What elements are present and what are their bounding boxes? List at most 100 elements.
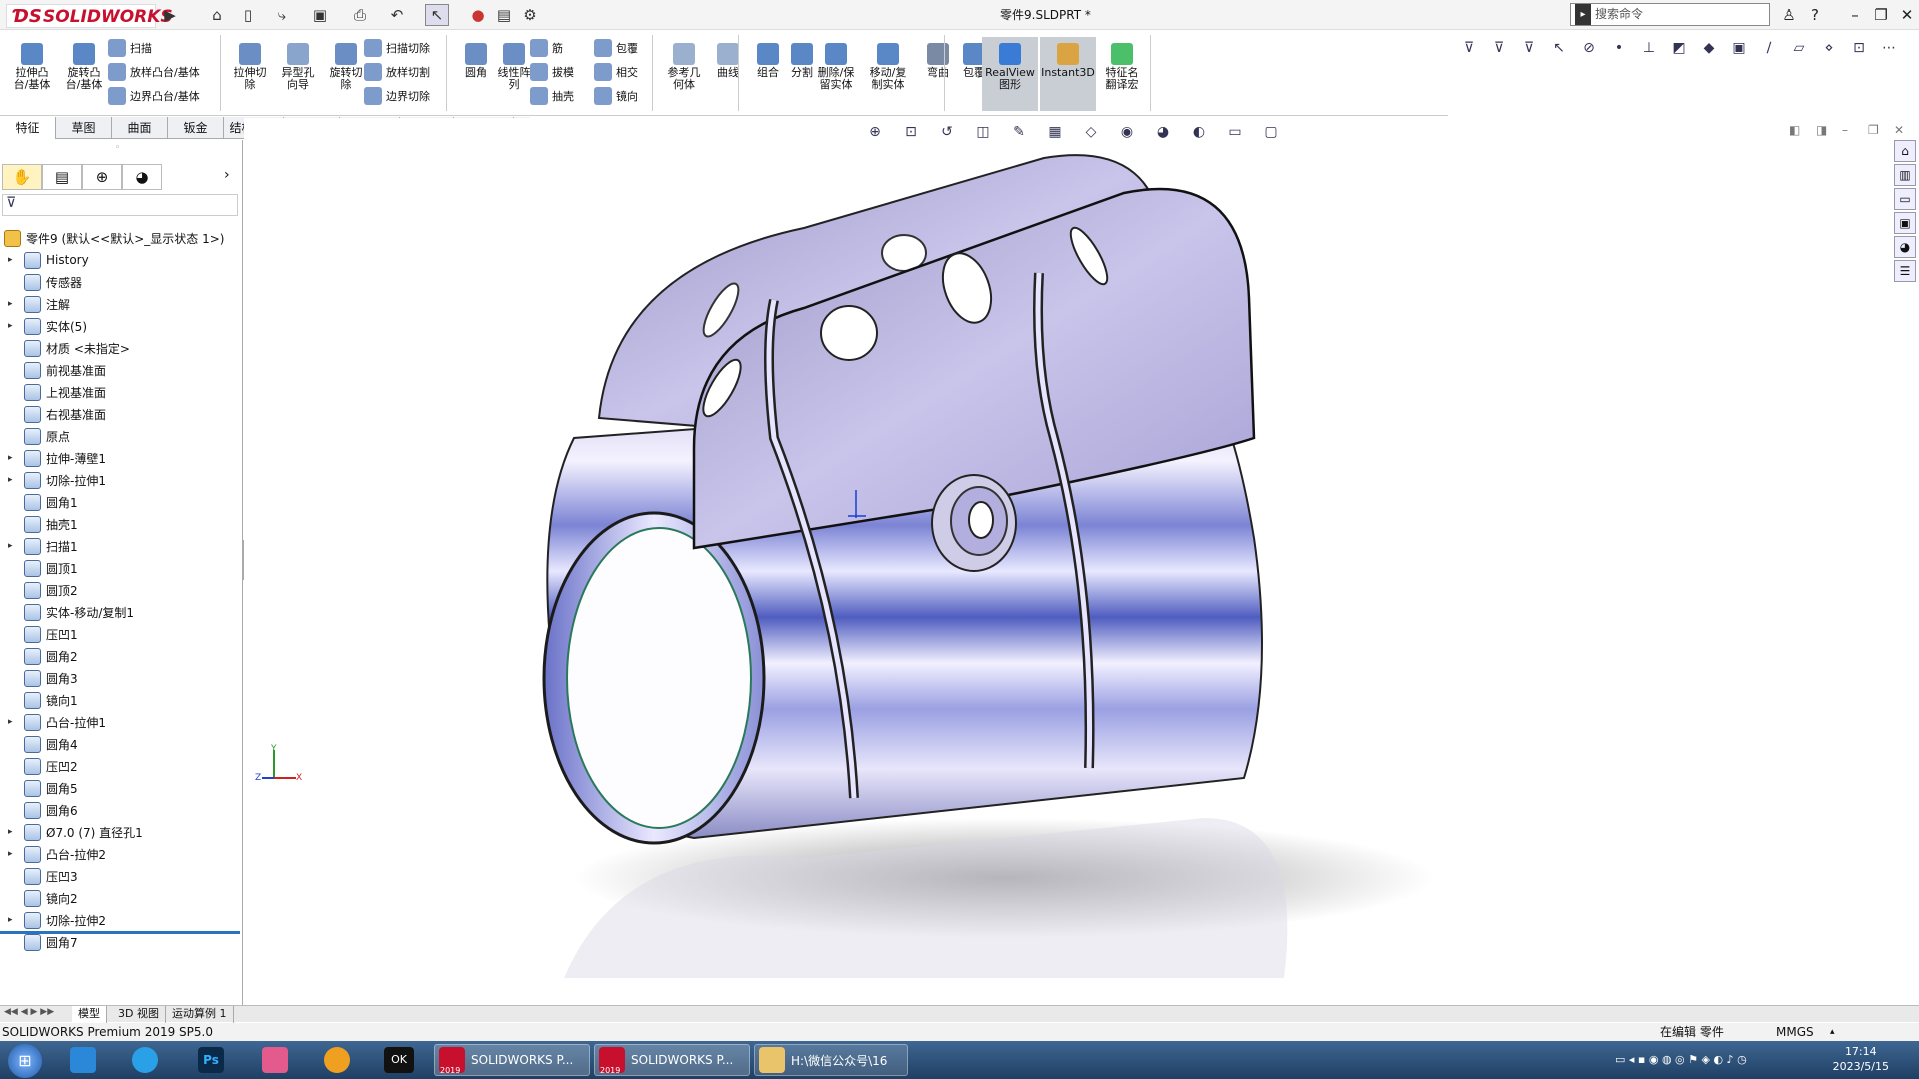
ribbon-translate-macro-button[interactable]: 特征名 翻译宏 [1098, 43, 1146, 91]
ribbon-move-copy-body-button[interactable]: 移动/复 制实体 [864, 43, 912, 91]
tree-item[interactable]: 抽壳1 [0, 513, 240, 535]
ribbon-shell-button[interactable]: 抽壳 [530, 87, 574, 105]
panel-grip-icon[interactable]: ◦ [115, 143, 120, 153]
tree-item[interactable]: 圆角6 [0, 799, 240, 821]
ribbon-revolved-boss-button[interactable]: 旋转凸 台/基体 [60, 43, 108, 91]
expand-arrow-icon[interactable]: ▸ [8, 299, 18, 309]
bottom-tab-1[interactable]: 3D 视图 [112, 1006, 166, 1023]
ribbon-lofted-cut-button[interactable]: 放样切割 [364, 63, 430, 81]
task-pane-design-library-icon[interactable]: ▥ [1894, 164, 1916, 186]
tree-item[interactable]: ▸ 凸台-拉伸1 [0, 711, 240, 733]
expand-menu-icon[interactable]: ▶ [158, 4, 182, 26]
taskbar-window-1[interactable]: 2019 SOLIDWORKS P... [594, 1044, 750, 1076]
tree-item[interactable]: ▸ History [0, 249, 240, 271]
filter-faces-icon[interactable]: ⊽ [1518, 37, 1540, 59]
tree-item[interactable]: 压凹1 [0, 623, 240, 645]
expand-arrow-icon[interactable]: ▸ [8, 475, 18, 485]
tree-item[interactable]: 前视基准面 [0, 359, 240, 381]
tree-item[interactable]: 传感器 [0, 271, 240, 293]
expand-arrow-icon[interactable]: ▸ [8, 453, 18, 463]
tree-item[interactable]: 压凹3 [0, 865, 240, 887]
tree-item[interactable]: 圆角7 [0, 931, 240, 953]
taskbar-recorder-icon[interactable]: OK [384, 1047, 414, 1073]
tree-item[interactable]: 镜向2 [0, 887, 240, 909]
point-icon[interactable]: • [1608, 37, 1630, 59]
tree-item[interactable]: 圆顶2 [0, 579, 240, 601]
tree-item[interactable]: 圆角3 [0, 667, 240, 689]
tree-item[interactable]: 圆角4 [0, 733, 240, 755]
more-icon[interactable]: ⋯ [1878, 37, 1900, 59]
ribbon-mirror-button[interactable]: 镜向 [594, 87, 638, 105]
ribbon-sweep-button[interactable]: 扫描 [108, 39, 152, 57]
tree-item[interactable]: 镜向1 [0, 689, 240, 711]
tab-scroll-arrows-icon[interactable]: ◀◀ ◀ ▶ ▶▶ [4, 1007, 54, 1017]
tree-item[interactable]: 压凹2 [0, 755, 240, 777]
expand-arrow-icon[interactable]: ▸ [8, 321, 18, 331]
start-button-icon[interactable]: ⊞ [8, 1044, 42, 1078]
new-document-icon[interactable]: ▯ [236, 4, 260, 26]
bottom-tab-0[interactable]: 模型 [72, 1006, 107, 1023]
curve-icon[interactable]: ∕ [1758, 37, 1780, 59]
minimize-window-icon[interactable]: – [1842, 4, 1868, 26]
configuration-manager-tab-icon[interactable]: ⊕ [82, 164, 122, 190]
tree-root-part[interactable]: 零件9 (默认<<默认>_显示状态 1>) [0, 227, 240, 249]
tab-3[interactable]: 钣金 [168, 117, 224, 139]
panel-expand-arrow-icon[interactable]: › [224, 167, 230, 183]
ribbon-extruded-cut-button[interactable]: 拉伸切 除 [226, 43, 274, 91]
tree-item[interactable]: 实体-移动/复制1 [0, 601, 240, 623]
ribbon-instant3d-button[interactable]: Instant3D [1040, 37, 1096, 111]
clear-filters-icon[interactable]: ⊘ [1578, 37, 1600, 59]
unit-system-dropdown-icon[interactable]: ▴ [1830, 1023, 1835, 1041]
ribbon-revolved-cut-button[interactable]: 旋转切 除 [322, 43, 370, 91]
taskbar-window-2[interactable]: H:\微信公众号\16 [754, 1044, 908, 1076]
tree-item[interactable]: ▸ 实体(5) [0, 315, 240, 337]
expand-arrow-icon[interactable]: ▸ [8, 827, 18, 837]
save-icon[interactable]: ▣ [308, 4, 332, 26]
tree-item[interactable]: 圆顶1 [0, 557, 240, 579]
filter-toolbar-icon[interactable]: ⊽ [1458, 37, 1480, 59]
axis-icon[interactable]: ⊥ [1638, 37, 1660, 59]
feature-tree-tab-icon[interactable]: ✋ [2, 164, 42, 190]
system-clock[interactable]: 17:14 2023/5/15 [1833, 1044, 1889, 1074]
part-model-render[interactable] [244, 118, 1919, 1005]
tree-item[interactable]: 上视基准面 [0, 381, 240, 403]
user-account-icon[interactable]: ♙ [1776, 4, 1802, 26]
select-arrow-icon[interactable]: ↖ [1548, 37, 1570, 59]
ribbon-intersect-button[interactable]: 相交 [594, 63, 638, 81]
task-pane-custom-properties-icon[interactable]: ☰ [1894, 260, 1916, 282]
tree-item[interactable]: 圆角5 [0, 777, 240, 799]
rebuild-icon[interactable]: ● [466, 4, 490, 26]
sketch-icon[interactable]: ▱ [1788, 37, 1810, 59]
ribbon-wrap-small-button[interactable]: 包覆 [594, 39, 638, 57]
select-icon[interactable]: ↖ [425, 4, 449, 26]
expand-arrow-icon[interactable]: ▸ [8, 255, 18, 265]
close-window-icon[interactable]: ✕ [1894, 4, 1919, 26]
ribbon-hole-wizard-button[interactable]: 异型孔 向导 [274, 43, 322, 91]
home-icon[interactable]: ⌂ [205, 4, 229, 26]
tab-1[interactable]: 草图 [56, 117, 112, 139]
expand-arrow-icon[interactable]: ▸ [8, 717, 18, 727]
taskbar-paint-icon[interactable] [324, 1047, 350, 1073]
tree-item[interactable]: ▸ Ø7.0 (7) 直径孔1 [0, 821, 240, 843]
tree-item[interactable]: 材质 <未指定> [0, 337, 240, 359]
ribbon-reference-geometry-button[interactable]: 参考几 何体 [660, 43, 708, 91]
taskbar-photoshop-icon[interactable]: Ps [198, 1047, 224, 1073]
tree-item[interactable]: ▸ 注解 [0, 293, 240, 315]
task-pane-file-explorer-icon[interactable]: ▭ [1894, 188, 1916, 210]
rollback-bar[interactable] [0, 931, 240, 934]
task-pane-home-icon[interactable]: ⌂ [1894, 140, 1916, 162]
expand-arrow-icon[interactable]: ▸ [8, 541, 18, 551]
tab-2[interactable]: 曲面 [112, 117, 168, 139]
tray-icons[interactable]: ▭ ◂ ▪ ◉ ◍ ◎ ⚑ ◈ ◐ ♪ ◷ [1615, 1053, 1747, 1066]
task-pane-view-palette-icon[interactable]: ▣ [1894, 212, 1916, 234]
tree-item[interactable]: 原点 [0, 425, 240, 447]
ribbon-realview-button[interactable]: RealView 图形 [982, 37, 1038, 111]
appearance-tab-icon[interactable]: ◕ [122, 164, 162, 190]
tree-item[interactable]: ▸ 凸台-拉伸2 [0, 843, 240, 865]
tree-item[interactable]: ▸ 扫描1 [0, 535, 240, 557]
help-icon[interactable]: ? [1802, 4, 1828, 26]
ribbon-swept-cut-button[interactable]: 扫描切除 [364, 39, 430, 57]
ribbon-delete-body-button[interactable]: 删除/保 留实体 [812, 43, 860, 91]
tree-item[interactable]: 右视基准面 [0, 403, 240, 425]
ribbon-loft-button[interactable]: 放样凸台/基体 [108, 63, 200, 81]
